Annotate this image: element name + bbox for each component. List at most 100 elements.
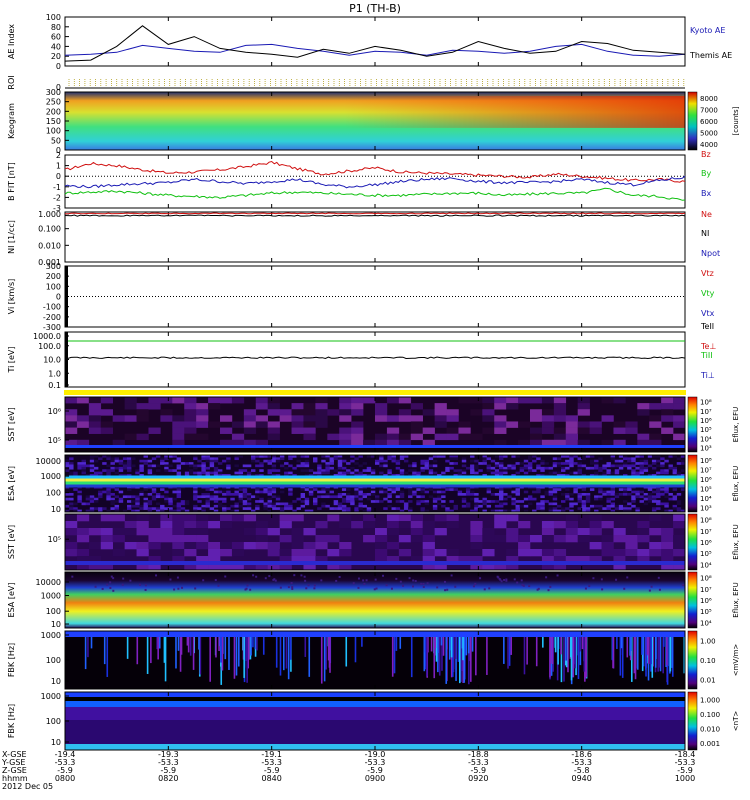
esa_e-cell: [676, 462, 682, 465]
esa_e-cell: [127, 500, 132, 503]
esa_e-cell: [122, 457, 128, 461]
sst_e-cell: [231, 397, 245, 404]
esa_e-cell: [317, 495, 322, 499]
esa_e-cell: [552, 471, 558, 475]
esa_e-cell: [602, 464, 607, 468]
esa_e-cell: [556, 488, 562, 491]
esa_e-cell: [589, 504, 595, 508]
esa_e-cell: [333, 502, 339, 506]
sst_e-cell: [375, 403, 388, 410]
sst_i-cell: [410, 514, 423, 522]
esa_e-cell: [403, 507, 409, 510]
esa_e-cell: [457, 493, 463, 496]
esa_e-cell: [213, 457, 219, 461]
esa-i-speckle: [483, 588, 486, 591]
fbk-e-burst: [215, 637, 217, 658]
esa-i-speckle: [414, 580, 417, 583]
sst_e-cell: [446, 433, 459, 441]
sst_i-cell: [76, 549, 90, 557]
keogram-ytick: 100: [46, 127, 61, 136]
sst_e-cell: [494, 415, 507, 422]
esa_e-cell: [664, 490, 669, 494]
esa_e-cell: [65, 462, 70, 465]
esa_e-cell: [395, 459, 401, 463]
esa_e-cell: [313, 471, 318, 475]
temperature-legend-entry: TiII: [700, 351, 713, 360]
esa_e-cell: [98, 471, 103, 475]
esa_e-cell: [102, 462, 107, 465]
esa_e-cell: [300, 500, 306, 503]
fbk-e-burst: [585, 637, 588, 678]
esa_e-cell: [540, 462, 545, 465]
esa_e-cell: [172, 497, 177, 501]
esa_e-cell: [499, 464, 504, 468]
sst_i-cell: [255, 542, 268, 550]
esa_e-cell: [246, 471, 252, 475]
esa_e-cell: [346, 493, 351, 496]
esa_e-cell: [69, 464, 74, 468]
sst_i-cell: [208, 521, 221, 529]
esa_e-cell: [296, 507, 301, 510]
esa_e-cell: [362, 504, 368, 508]
sst_i-colorbar-tick: 10⁶: [700, 539, 712, 547]
fbk-e-burst: [106, 637, 109, 677]
sst_e-cell: [613, 397, 626, 404]
esa_e-cell: [383, 497, 388, 501]
fbk-e-burst: [361, 637, 363, 647]
esa_e-cell: [511, 500, 516, 503]
sst_i-cell: [518, 549, 531, 557]
sst_i-cell: [482, 528, 495, 536]
sst_e-cell: [184, 433, 197, 441]
sst_i-cell: [160, 535, 173, 543]
sst_e-cell: [589, 421, 602, 428]
esa_e-cell: [482, 459, 487, 463]
esa_e-cell: [441, 500, 446, 503]
esa_e-cell: [474, 500, 479, 503]
esa_e-cell: [73, 471, 78, 475]
fbk-e-burst: [629, 637, 631, 656]
esa_e-cell: [672, 504, 678, 508]
esa_e-cell: [354, 488, 359, 491]
esa_e-cell: [569, 493, 574, 496]
esa_e-cell: [370, 469, 376, 472]
temperature-ytick: 10.0: [43, 356, 61, 365]
time-axis-label: 1000: [675, 774, 695, 783]
esa_e-cell: [552, 464, 558, 468]
esa_e-cell: [408, 490, 413, 494]
esa_e-cell: [337, 504, 343, 508]
esa_e-cell: [147, 466, 153, 470]
esa_e-cell: [284, 471, 289, 475]
esa_e-cell: [329, 495, 334, 499]
sst_i-cell: [291, 542, 304, 550]
esa_e-cell: [610, 504, 616, 508]
esa-i-speckle: [246, 584, 249, 587]
esa_e-cell: [155, 493, 161, 496]
esa_e-cell: [672, 471, 678, 475]
esa_e-cell: [589, 488, 595, 491]
sst_i-cell: [76, 528, 90, 536]
esa_e-cell: [602, 466, 607, 470]
esa-i-speckle: [202, 579, 205, 582]
esa_e-cell: [561, 507, 566, 510]
esa_e-cell: [412, 462, 417, 465]
esa_e-cell: [412, 493, 417, 496]
esa_e-cell: [205, 466, 210, 470]
esa_e-cell: [408, 500, 413, 503]
sst_e-cell: [339, 397, 352, 404]
esa_e-cell: [205, 502, 210, 506]
esa_e-cell: [139, 493, 144, 496]
esa_e-cell: [383, 459, 388, 463]
density-legend-entry: Npot: [701, 249, 720, 258]
temperature-edge: [65, 332, 68, 387]
esa_e-cell: [474, 459, 479, 463]
sst_i-cell: [291, 549, 304, 557]
esa_e-cell: [379, 500, 384, 503]
sst_i-cell: [422, 535, 435, 543]
esa_e-cell: [288, 488, 293, 491]
esa_e-cell: [350, 459, 355, 463]
esa_e-cell: [416, 488, 421, 491]
esa_e-cell: [106, 495, 111, 499]
sst_i-cell: [184, 521, 197, 529]
sst_i-cell: [65, 521, 78, 529]
esa_e-cell: [304, 488, 310, 491]
